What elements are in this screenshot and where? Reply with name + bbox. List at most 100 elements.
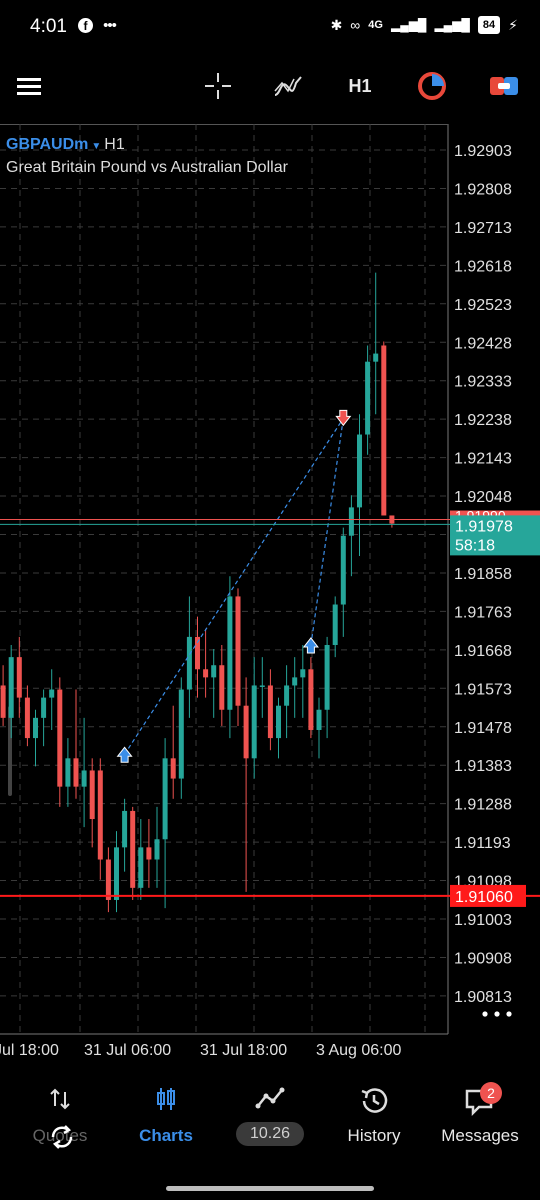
buy-arrow-icon: [116, 746, 133, 763]
trade-profit-badge: 10.26: [236, 1122, 304, 1146]
candle-body: [203, 669, 209, 678]
candle-body: [235, 596, 241, 706]
candle-body: [89, 770, 95, 820]
price-label: 1.91003: [454, 912, 512, 929]
candle-body: [24, 697, 30, 739]
status-time: 4:01: [30, 16, 67, 37]
price-label: 1.92618: [454, 258, 512, 275]
price-label: 1.92808: [454, 181, 512, 198]
candle-body: [357, 434, 362, 508]
quotes-icon: [50, 1088, 70, 1110]
price-label: 1.92903: [454, 143, 512, 160]
bottom-nav: Quotes Charts 10.26 History 2 Messages: [0, 1080, 540, 1164]
price-label: 1.91668: [454, 643, 512, 660]
candle-body: [65, 758, 71, 787]
time-label: 31 Jul 18:00: [200, 1042, 287, 1059]
battery-level: 84: [477, 16, 501, 34]
status-bar: 4:01 f ••• ✱ ∞ 4G ▂▄▆█ ▂▄▆█ 84 ⚡: [0, 0, 540, 56]
more-dots-icon: •••: [103, 17, 117, 34]
candle-body: [33, 717, 38, 739]
candle-body: [381, 345, 387, 516]
candle-body: [219, 665, 225, 710]
trade-connector-line: [310, 418, 344, 646]
sell-arrow-icon: [335, 409, 352, 427]
candle-body: [73, 758, 79, 787]
link-icon: ∞: [350, 17, 361, 33]
price-label: 1.91193: [454, 835, 511, 852]
price-label: 1.90908: [454, 950, 512, 967]
status-left-icons: f •••: [78, 17, 117, 34]
candle-body: [154, 839, 160, 860]
price-label: 1.92523: [454, 297, 512, 314]
price-label: 1.91573: [454, 681, 512, 698]
nav-history-label: History: [347, 1126, 401, 1145]
candle-body: [97, 770, 103, 860]
candle-body: [41, 697, 47, 718]
facebook-icon: f: [78, 18, 93, 33]
candle-body: [332, 604, 338, 645]
crosshair-icon: [205, 73, 231, 99]
one-click-trading-button[interactable]: [486, 68, 522, 104]
price-label: 1.92048: [454, 489, 512, 506]
trade-icon: [255, 1087, 285, 1109]
charts-icon: [157, 1088, 175, 1110]
candle-body: [170, 758, 176, 779]
candle-body: [292, 677, 298, 686]
timeframe-label: H1: [348, 75, 372, 96]
bluetooth-icon: ✱: [330, 16, 343, 33]
charging-icon: ⚡: [508, 16, 518, 33]
signal-icon: ▂▄▆█: [390, 18, 427, 32]
candle-body: [114, 847, 119, 900]
candle-body: [324, 644, 330, 710]
nav-messages[interactable]: 2 Messages: [430, 1080, 530, 1160]
price-label: 1.92428: [454, 335, 512, 352]
candle-body: [316, 709, 322, 730]
price-label: 1.92238: [454, 412, 512, 429]
candlestick-chart[interactable]: 1.92903 1.92808 1.92713 1.92618 1.92523 1.924…: [0, 124, 540, 1072]
nav-history[interactable]: History: [324, 1080, 424, 1160]
candle-body: [81, 770, 87, 787]
nav-quotes[interactable]: Quotes: [10, 1080, 110, 1160]
bar-countdown-label: 58:18: [455, 537, 495, 554]
timeframe-button[interactable]: H1: [340, 68, 380, 104]
candle-body: [130, 810, 136, 888]
symbol-selector[interactable]: GBPAUDm ▼ H1: [6, 136, 125, 154]
price-label: 1.90813: [454, 989, 512, 1006]
candle-body: [146, 847, 152, 860]
nav-trade[interactable]: 10.26: [222, 1080, 318, 1160]
time-label: Jul 18:00: [0, 1042, 59, 1059]
candle-body: [57, 689, 63, 787]
price-label: 1.92713: [454, 220, 512, 237]
candle-body: [308, 669, 314, 730]
candle-body: [211, 665, 217, 678]
messages-badge: 2: [480, 1082, 502, 1104]
history-icon: [361, 1088, 388, 1113]
price-label: 1.91763: [454, 604, 512, 621]
indicators-button[interactable]: [270, 68, 306, 104]
caret-down-icon: ▼: [91, 141, 102, 152]
buy-arrow-icon: [302, 637, 319, 654]
candle-body: [138, 847, 144, 888]
color-theme-button[interactable]: [414, 68, 450, 104]
more-dots-icon: [494, 1011, 500, 1017]
time-label: 3 Aug 06:00: [316, 1042, 402, 1059]
price-label: 1.91383: [454, 758, 512, 775]
candle-body: [105, 859, 111, 900]
crosshair-button[interactable]: [200, 68, 236, 104]
candle-body: [340, 535, 346, 605]
menu-button[interactable]: [12, 68, 46, 104]
status-right: ✱ ∞ 4G ▂▄▆█ ▂▄▆█ 84 ⚡: [331, 16, 518, 34]
symbol-timeframe: H1: [104, 136, 125, 153]
home-indicator[interactable]: [166, 1186, 374, 1191]
nav-charts[interactable]: Charts: [116, 1080, 216, 1160]
candle-body: [276, 705, 281, 739]
more-dots-icon: [506, 1011, 512, 1017]
price-label: 1.91478: [454, 720, 512, 737]
chart-area[interactable]: 1.92903 1.92808 1.92713 1.92618 1.92523 1.924…: [0, 124, 540, 1072]
more-dots-icon: [482, 1011, 488, 1017]
symbol-description: Great Britain Pound vs Australian Dollar: [6, 159, 288, 176]
candle-body: [365, 361, 371, 435]
candle-body: [259, 685, 265, 687]
candle-body: [373, 353, 379, 362]
nav-messages-label: Messages: [441, 1126, 519, 1145]
